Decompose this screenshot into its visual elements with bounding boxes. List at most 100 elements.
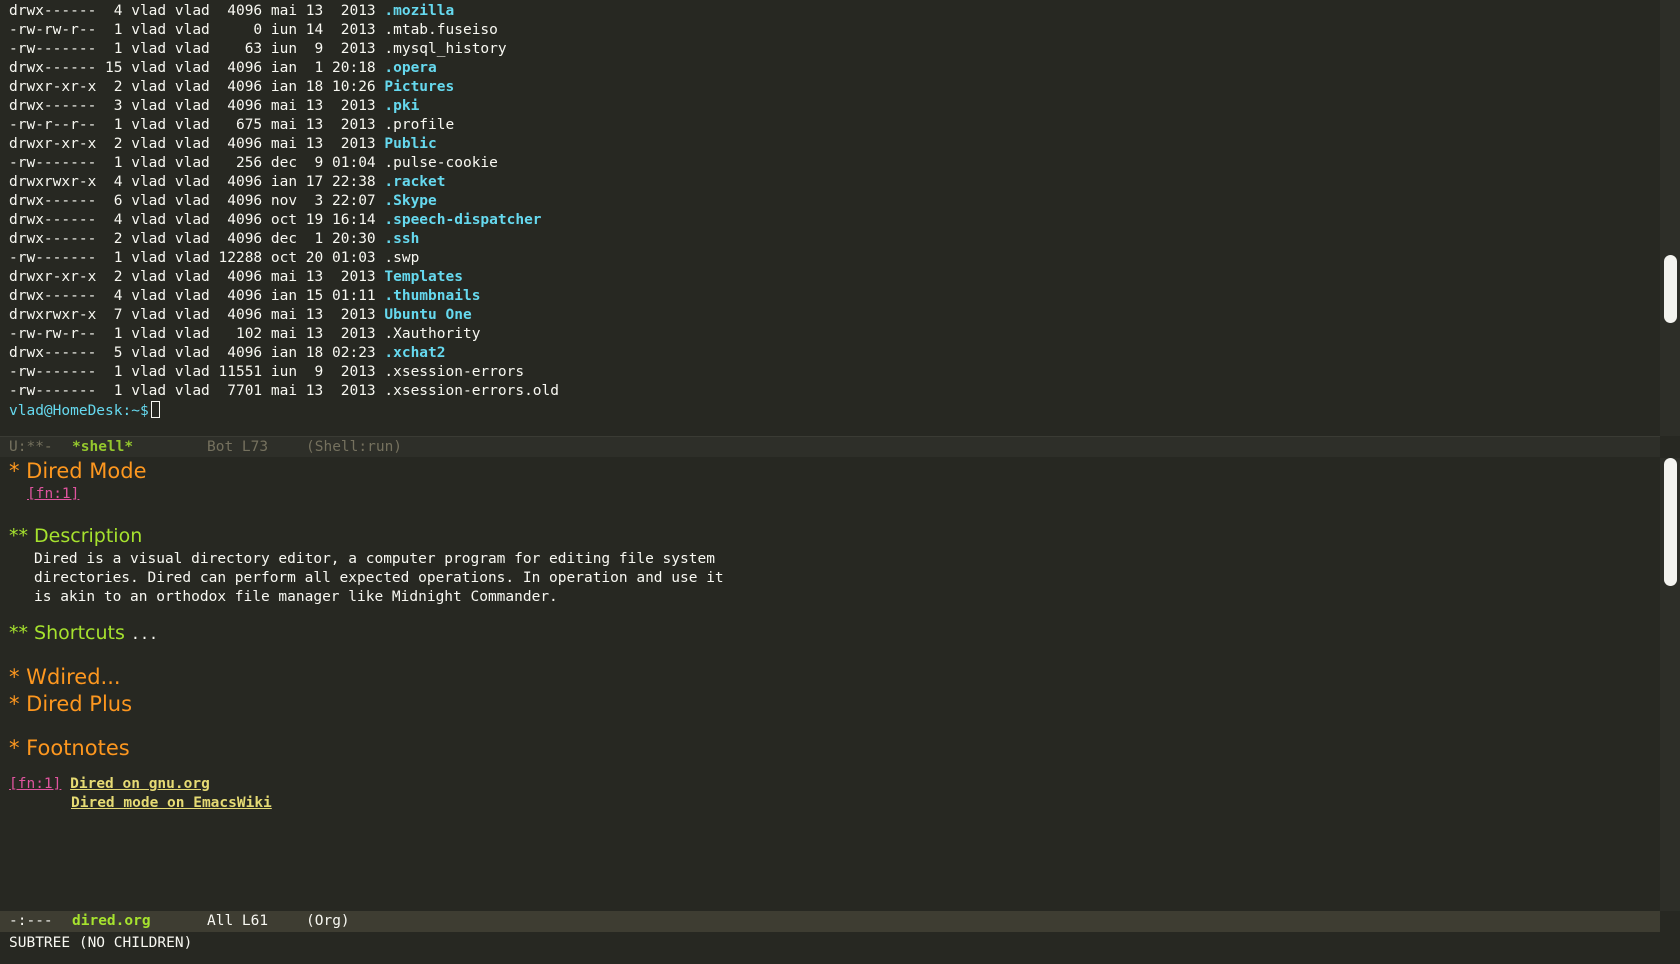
listing-line: drwxrwxr-x 7 vlad vlad 4096 mai 13 2013 … bbox=[9, 306, 559, 325]
listing-line: drwx------ 6 vlad vlad 4096 nov 3 22:07 … bbox=[9, 192, 559, 211]
listing-line: -rw------- 1 vlad vlad 12288 oct 20 01:0… bbox=[9, 249, 559, 268]
footnote-reference-line: [fn:1] bbox=[9, 485, 724, 504]
file-metadata: drwx------ 4 vlad vlad 4096 oct 19 16:14 bbox=[9, 212, 385, 228]
directory-name[interactable]: Ubuntu One bbox=[384, 307, 471, 323]
file-metadata: drwx------ 4 vlad vlad 4096 ian 15 01:11 bbox=[9, 288, 385, 304]
org-scrollbar[interactable] bbox=[1660, 458, 1680, 911]
description-line: Dired is a visual directory editor, a co… bbox=[34, 551, 715, 567]
directory-name[interactable]: .pki bbox=[384, 98, 419, 114]
file-metadata: drwxr-xr-x 2 vlad vlad 4096 ian 18 10:26 bbox=[9, 79, 385, 95]
listing-line: drwx------ 5 vlad vlad 4096 ian 18 02:23… bbox=[9, 344, 559, 363]
file-name[interactable]: .xsession-errors.old bbox=[384, 383, 559, 399]
link-dired-gnu[interactable]: Dired on gnu.org bbox=[70, 776, 210, 792]
file-metadata: -rw-rw-r-- 1 vlad vlad 0 iun 14 2013 bbox=[9, 22, 385, 38]
heading-shortcuts-text: ** Shortcuts bbox=[9, 622, 125, 644]
modeline-major-mode[interactable]: (Shell:run) bbox=[306, 437, 402, 458]
description-line: directories. Dired can perform all expec… bbox=[34, 570, 724, 586]
file-metadata: -rw-r--r-- 1 vlad vlad 675 mai 13 2013 bbox=[9, 117, 385, 133]
heading-shortcuts[interactable]: ** Shortcuts ... bbox=[9, 620, 724, 647]
file-metadata: drwxrwxr-x 7 vlad vlad 4096 mai 13 2013 bbox=[9, 307, 385, 323]
directory-name[interactable]: Public bbox=[384, 136, 436, 152]
file-metadata: -rw------- 1 vlad vlad 11551 iun 9 2013 bbox=[9, 364, 385, 380]
file-metadata: -rw------- 1 vlad vlad 256 dec 9 01:04 bbox=[9, 155, 385, 171]
modeline-status: -:--- bbox=[9, 913, 53, 929]
modeline-buffer-name[interactable]: *shell* bbox=[72, 437, 207, 458]
shell-prompt: vlad@HomeDesk:~$ bbox=[9, 403, 149, 419]
listing-line: drwxr-xr-x 2 vlad vlad 4096 mai 13 2013 … bbox=[9, 268, 559, 287]
directory-name[interactable]: .xchat2 bbox=[384, 345, 445, 361]
listing-line: drwx------ 4 vlad vlad 4096 ian 15 01:11… bbox=[9, 287, 559, 306]
directory-name[interactable]: .opera bbox=[384, 60, 436, 76]
footnote-definition: [fn:1] Dired on gnu.org bbox=[9, 775, 724, 794]
file-metadata: -rw------- 1 vlad vlad 7701 mai 13 2013 bbox=[9, 383, 385, 399]
file-metadata: drwxrwxr-x 4 vlad vlad 4096 ian 17 22:38 bbox=[9, 174, 385, 190]
directory-name[interactable]: Pictures bbox=[384, 79, 454, 95]
file-metadata: -rw------- 1 vlad vlad 12288 oct 20 01:0… bbox=[9, 250, 385, 266]
file-metadata: drwx------ 2 vlad vlad 4096 dec 1 20:30 bbox=[9, 231, 385, 247]
file-name[interactable]: .swp bbox=[384, 250, 419, 266]
file-metadata: -rw-rw-r-- 1 vlad vlad 102 mai 13 2013 bbox=[9, 326, 385, 342]
footnote-reference-link[interactable]: [fn:1] bbox=[27, 486, 79, 502]
folded-ellipsis[interactable]: ... bbox=[131, 625, 158, 643]
heading-dired-mode[interactable]: * Dired Mode bbox=[9, 458, 724, 485]
heading-dired-plus[interactable]: * Dired Plus bbox=[9, 691, 724, 718]
directory-name[interactable]: .speech-dispatcher bbox=[384, 212, 541, 228]
echo-area: SUBTREE (NO CHILDREN) bbox=[9, 935, 193, 951]
footnote-label[interactable]: [fn:1] bbox=[9, 776, 61, 792]
directory-name[interactable]: .ssh bbox=[384, 231, 419, 247]
modeline-position: Bot L73 bbox=[207, 439, 269, 455]
file-metadata: drwxr-xr-x 2 vlad vlad 4096 mai 13 2013 bbox=[9, 136, 385, 152]
directory-name[interactable]: .racket bbox=[384, 174, 445, 190]
heading-description[interactable]: ** Description bbox=[9, 523, 724, 550]
file-metadata: drwx------ 3 vlad vlad 4096 mai 13 2013 bbox=[9, 98, 385, 114]
org-window[interactable]: * Dired Mode [fn:1] ** Description Dired… bbox=[0, 458, 1660, 911]
org-scrollbar-thumb[interactable] bbox=[1664, 458, 1677, 586]
file-metadata: drwx------ 5 vlad vlad 4096 ian 18 02:23 bbox=[9, 345, 385, 361]
file-name[interactable]: .xsession-errors bbox=[384, 364, 524, 380]
directory-name[interactable]: Templates bbox=[384, 269, 463, 285]
modeline-major-mode[interactable]: (Org) bbox=[306, 911, 350, 932]
file-metadata: drwx------ 4 vlad vlad 4096 mai 13 2013 bbox=[9, 3, 385, 19]
file-name[interactable]: .profile bbox=[384, 117, 454, 133]
link-dired-emacswiki[interactable]: Dired mode on EmacsWiki bbox=[71, 795, 272, 811]
listing-line: -rw------- 1 vlad vlad 63 iun 9 2013 .my… bbox=[9, 40, 559, 59]
directory-name[interactable]: .thumbnails bbox=[384, 288, 480, 304]
listing-line: -rw-rw-r-- 1 vlad vlad 102 mai 13 2013 .… bbox=[9, 325, 559, 344]
listing-line: -rw-rw-r-- 1 vlad vlad 0 iun 14 2013 .mt… bbox=[9, 21, 559, 40]
shell-prompt-line[interactable]: vlad@HomeDesk:~$ bbox=[9, 401, 559, 420]
directory-listing: drwx------ 4 vlad vlad 4096 mai 13 2013 … bbox=[9, 2, 559, 420]
file-name[interactable]: .mysql_history bbox=[384, 41, 506, 57]
shell-window[interactable]: drwx------ 4 vlad vlad 4096 mai 13 2013 … bbox=[0, 0, 1660, 436]
listing-line: drwx------ 2 vlad vlad 4096 dec 1 20:30 … bbox=[9, 230, 559, 249]
listing-line: -rw-r--r-- 1 vlad vlad 675 mai 13 2013 .… bbox=[9, 116, 559, 135]
shell-scrollbar[interactable] bbox=[1660, 0, 1680, 436]
heading-wdired[interactable]: * Wdired... bbox=[9, 664, 724, 691]
directory-name[interactable]: .mozilla bbox=[384, 3, 454, 19]
file-name[interactable]: .mtab.fuseiso bbox=[384, 22, 498, 38]
description-paragraph: Dired is a visual directory editor, a co… bbox=[9, 550, 724, 607]
file-metadata: -rw------- 1 vlad vlad 63 iun 9 2013 bbox=[9, 41, 385, 57]
modeline-buffer-name[interactable]: dired.org bbox=[72, 911, 207, 932]
shell-scrollbar-thumb[interactable] bbox=[1664, 255, 1677, 323]
heading-footnotes[interactable]: * Footnotes bbox=[9, 735, 724, 762]
file-metadata: drwx------ 6 vlad vlad 4096 nov 3 22:07 bbox=[9, 193, 385, 209]
listing-line: drwxr-xr-x 2 vlad vlad 4096 mai 13 2013 … bbox=[9, 135, 559, 154]
shell-mode-line: U:**- *shell* Bot L73 (Shell:run) bbox=[0, 436, 1660, 457]
listing-line: -rw------- 1 vlad vlad 11551 iun 9 2013 … bbox=[9, 363, 559, 382]
modeline-position: All L61 bbox=[207, 913, 269, 929]
modeline-status: U:**- bbox=[9, 439, 53, 455]
listing-line: -rw------- 1 vlad vlad 256 dec 9 01:04 .… bbox=[9, 154, 559, 173]
listing-line: -rw------- 1 vlad vlad 7701 mai 13 2013 … bbox=[9, 382, 559, 401]
directory-name[interactable]: .Skype bbox=[384, 193, 436, 209]
file-name[interactable]: .Xauthority bbox=[384, 326, 480, 342]
description-line: is akin to an orthodox file manager like… bbox=[34, 589, 558, 605]
file-metadata: drwx------ 15 vlad vlad 4096 ian 1 20:18 bbox=[9, 60, 385, 76]
file-metadata: drwxr-xr-x 2 vlad vlad 4096 mai 13 2013 bbox=[9, 269, 385, 285]
footnote-second-link-line: Dired mode on EmacsWiki bbox=[9, 794, 724, 813]
file-name[interactable]: .pulse-cookie bbox=[384, 155, 498, 171]
org-mode-line: -:--- dired.org All L61 (Org) bbox=[0, 911, 1660, 932]
listing-line: drwx------ 4 vlad vlad 4096 mai 13 2013 … bbox=[9, 2, 559, 21]
listing-line: drwx------ 4 vlad vlad 4096 oct 19 16:14… bbox=[9, 211, 559, 230]
listing-line: drwxrwxr-x 4 vlad vlad 4096 ian 17 22:38… bbox=[9, 173, 559, 192]
listing-line: drwxr-xr-x 2 vlad vlad 4096 ian 18 10:26… bbox=[9, 78, 559, 97]
